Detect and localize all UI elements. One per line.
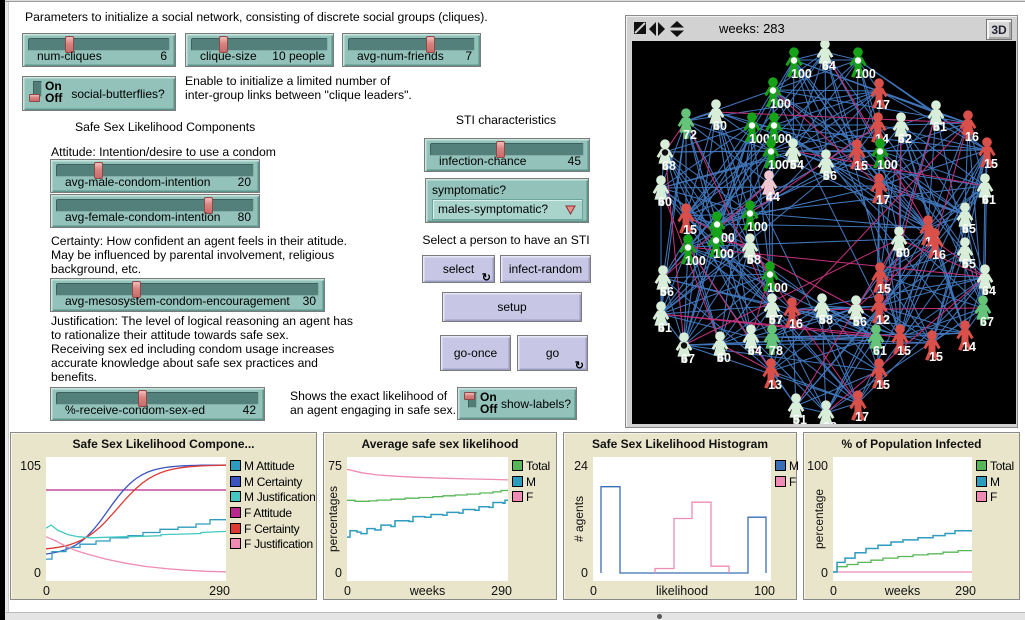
svg-text:60: 60: [658, 195, 672, 209]
svg-text:61: 61: [658, 321, 672, 335]
svg-text:100: 100: [770, 97, 791, 111]
svg-text:56: 56: [823, 169, 837, 183]
svg-text:100: 100: [791, 67, 812, 81]
svg-text:100: 100: [768, 158, 789, 172]
svg-text:16: 16: [932, 248, 946, 262]
svg-text:68: 68: [662, 159, 676, 173]
svg-text:62: 62: [823, 420, 837, 424]
svg-text:67: 67: [681, 352, 695, 366]
svg-text:17: 17: [876, 193, 890, 207]
svg-text:61: 61: [982, 193, 996, 207]
svg-text:67: 67: [980, 315, 994, 329]
svg-text:56: 56: [660, 285, 674, 299]
svg-text:17: 17: [855, 410, 869, 424]
svg-text:15: 15: [854, 159, 868, 173]
svg-text:78: 78: [769, 344, 783, 358]
svg-text:100: 100: [855, 67, 876, 81]
svg-text:100: 100: [685, 254, 706, 268]
svg-text:72: 72: [683, 128, 697, 142]
svg-text:16: 16: [965, 130, 979, 144]
svg-text:65: 65: [962, 222, 976, 236]
svg-text:44: 44: [766, 190, 780, 204]
svg-text:16: 16: [789, 317, 803, 331]
svg-text:64: 64: [748, 344, 762, 358]
svg-text:60: 60: [713, 119, 727, 133]
svg-text:58: 58: [747, 253, 761, 267]
svg-text:100: 100: [747, 220, 768, 234]
svg-text:61: 61: [933, 120, 947, 134]
svg-text:15: 15: [929, 350, 943, 364]
svg-text:15: 15: [897, 344, 911, 358]
svg-text:60: 60: [717, 351, 731, 365]
svg-text:55: 55: [962, 257, 976, 271]
svg-text:54: 54: [790, 158, 804, 172]
svg-text:15: 15: [876, 378, 890, 392]
svg-text:100: 100: [877, 158, 898, 172]
svg-text:61: 61: [873, 344, 887, 358]
svg-text:15: 15: [984, 157, 998, 171]
svg-text:64: 64: [822, 59, 836, 73]
svg-text:17: 17: [876, 98, 890, 112]
svg-text:100: 100: [767, 281, 788, 295]
svg-text:13: 13: [768, 378, 782, 392]
svg-text:100: 100: [713, 247, 734, 261]
svg-text:60: 60: [896, 246, 910, 260]
svg-text:51: 51: [793, 413, 807, 424]
svg-text:14: 14: [962, 340, 976, 354]
svg-text:62: 62: [898, 132, 912, 146]
svg-text:58: 58: [819, 313, 833, 327]
svg-text:56: 56: [853, 315, 867, 329]
